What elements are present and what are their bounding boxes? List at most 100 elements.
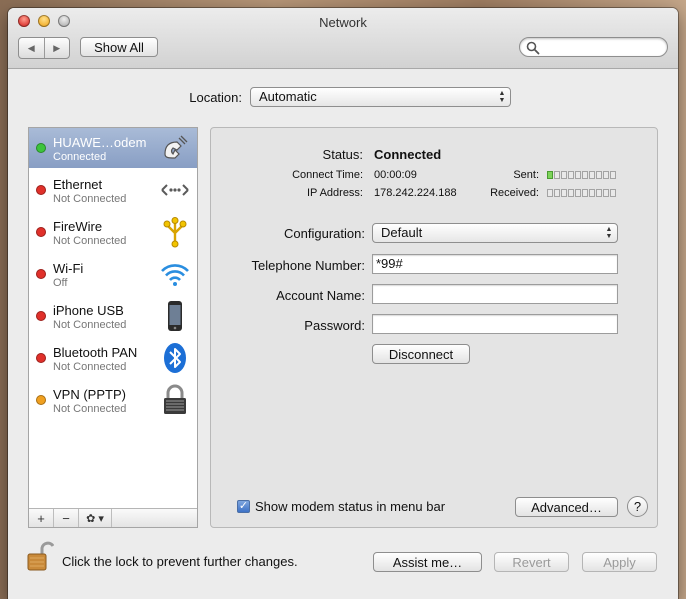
configuration-value: Default (381, 225, 423, 240)
network-window: Network ◀ ▶ Show All Location: Automatic… (8, 8, 678, 599)
service-status: Not Connected (53, 193, 127, 205)
meter-segment (589, 189, 595, 197)
show-modem-status-label: Show modem status in menu bar (255, 499, 446, 514)
meter-segment (589, 171, 595, 179)
search-icon (526, 41, 540, 55)
window-title: Network (319, 15, 367, 30)
meter-segment (610, 189, 616, 197)
service-item-iphone-usb[interactable]: iPhone USB Not Connected (29, 296, 197, 336)
service-status: Off (53, 277, 68, 289)
meter-segment (610, 171, 616, 179)
bluetooth-icon (164, 343, 186, 373)
lock-message: Click the lock to prevent further change… (62, 554, 298, 569)
ip-address-label: IP Address: (306, 187, 363, 199)
meter-segment (554, 189, 560, 197)
revert-button[interactable]: Revert (494, 552, 569, 572)
add-service-button[interactable]: + (29, 509, 54, 527)
status-dot (36, 143, 46, 153)
meter-segment (547, 171, 553, 179)
service-item-vpn-pptp[interactable]: VPN (PPTP) Not Connected (29, 380, 197, 420)
firewire-icon (163, 217, 187, 248)
popup-arrows-icon: ▲ ▼ (605, 226, 613, 240)
back-forward-control: ◀ ▶ (18, 37, 70, 59)
meter-segment (568, 189, 574, 197)
back-button[interactable]: ◀ (19, 38, 44, 58)
received-meter (547, 189, 616, 198)
meter-segment (582, 189, 588, 197)
service-name: HUAWE…odem (53, 135, 147, 150)
status-value: Connected (374, 147, 442, 162)
password-field[interactable] (372, 314, 618, 334)
location-label: Location: (189, 90, 242, 105)
assist-me-button[interactable]: Assist me… (373, 552, 482, 572)
connect-time-label: Connect Time: (292, 169, 363, 181)
service-item-huawei-modem[interactable]: HUAWE…odem Connected (29, 128, 197, 168)
status-dot (36, 395, 46, 405)
sent-meter (547, 171, 616, 180)
configuration-label: Configuration: (284, 226, 365, 241)
received-label: Received: (490, 187, 539, 199)
service-name: Bluetooth PAN (53, 345, 138, 360)
service-item-ethernet[interactable]: Ethernet Not Connected (29, 170, 197, 210)
telephone-number-field[interactable]: *99# (372, 254, 618, 274)
service-name: Wi-Fi (53, 261, 84, 276)
meter-segment (596, 171, 602, 179)
configuration-popup[interactable]: Default ▲ ▼ (372, 223, 618, 243)
show-modem-status-checkbox[interactable]: ✓ (237, 500, 250, 513)
popup-arrows-icon: ▲ ▼ (498, 90, 506, 104)
meter-segment (568, 171, 574, 179)
service-status: Not Connected (53, 403, 127, 415)
disconnect-button[interactable]: Disconnect (372, 344, 470, 364)
service-status: Connected (53, 151, 107, 163)
meter-segment (582, 171, 588, 179)
advanced-button[interactable]: Advanced… (515, 497, 618, 517)
service-status: Not Connected (53, 235, 127, 247)
account-name-field[interactable] (372, 284, 618, 304)
password-label: Password: (304, 318, 365, 333)
status-dot (36, 269, 46, 279)
meter-segment (554, 171, 560, 179)
service-name: FireWire (53, 219, 103, 234)
meter-segment (603, 189, 609, 197)
titlebar: Network ◀ ▶ Show All (8, 8, 678, 69)
location-popup[interactable]: Automatic ▲ ▼ (250, 87, 511, 107)
meter-segment (596, 189, 602, 197)
apply-button[interactable]: Apply (582, 552, 657, 572)
search-field[interactable] (519, 37, 668, 57)
lock-icon[interactable] (26, 540, 54, 572)
service-item-bluetooth-pan[interactable]: Bluetooth PAN Not Connected (29, 338, 197, 378)
ip-address-value: 178.242.224.188 (374, 187, 457, 199)
telephone-number-label: Telephone Number: (251, 258, 365, 273)
service-list-toolbar: + − ✿ ▾ (29, 508, 197, 527)
help-button[interactable]: ? (627, 496, 648, 517)
service-status: Not Connected (53, 319, 127, 331)
remove-service-button[interactable]: − (54, 509, 79, 527)
service-name: Ethernet (53, 177, 103, 192)
meter-segment (575, 171, 581, 179)
vpn-lock-icon (164, 384, 186, 414)
status-dot (36, 311, 46, 321)
service-status: Not Connected (53, 361, 127, 373)
meter-segment (575, 189, 581, 197)
service-item-wifi[interactable]: Wi-Fi Off (29, 254, 197, 294)
service-name: VPN (PPTP) (53, 387, 126, 402)
forward-button[interactable]: ▶ (43, 38, 70, 58)
service-item-firewire[interactable]: FireWire Not Connected (29, 212, 197, 252)
service-detail-panel: Status: Connected Connect Time: 00:00:09… (210, 127, 658, 528)
status-dot (36, 353, 46, 363)
service-list: HUAWE…odem Connected Ethernet Not Connec… (28, 127, 198, 528)
gear-menu-button[interactable]: ✿ ▾ (79, 509, 112, 527)
location-value: Automatic (259, 89, 317, 104)
connect-time-value: 00:00:09 (374, 169, 417, 181)
meter-segment (603, 171, 609, 179)
show-all-button[interactable]: Show All (80, 37, 158, 57)
service-name: iPhone USB (53, 303, 124, 318)
modem-icon (164, 135, 188, 159)
meter-segment (561, 171, 567, 179)
status-label: Status: (322, 147, 363, 162)
status-dot (36, 227, 46, 237)
ethernet-icon (161, 184, 189, 196)
meter-segment (561, 189, 567, 197)
meter-segment (547, 189, 553, 197)
status-dot (36, 185, 46, 195)
